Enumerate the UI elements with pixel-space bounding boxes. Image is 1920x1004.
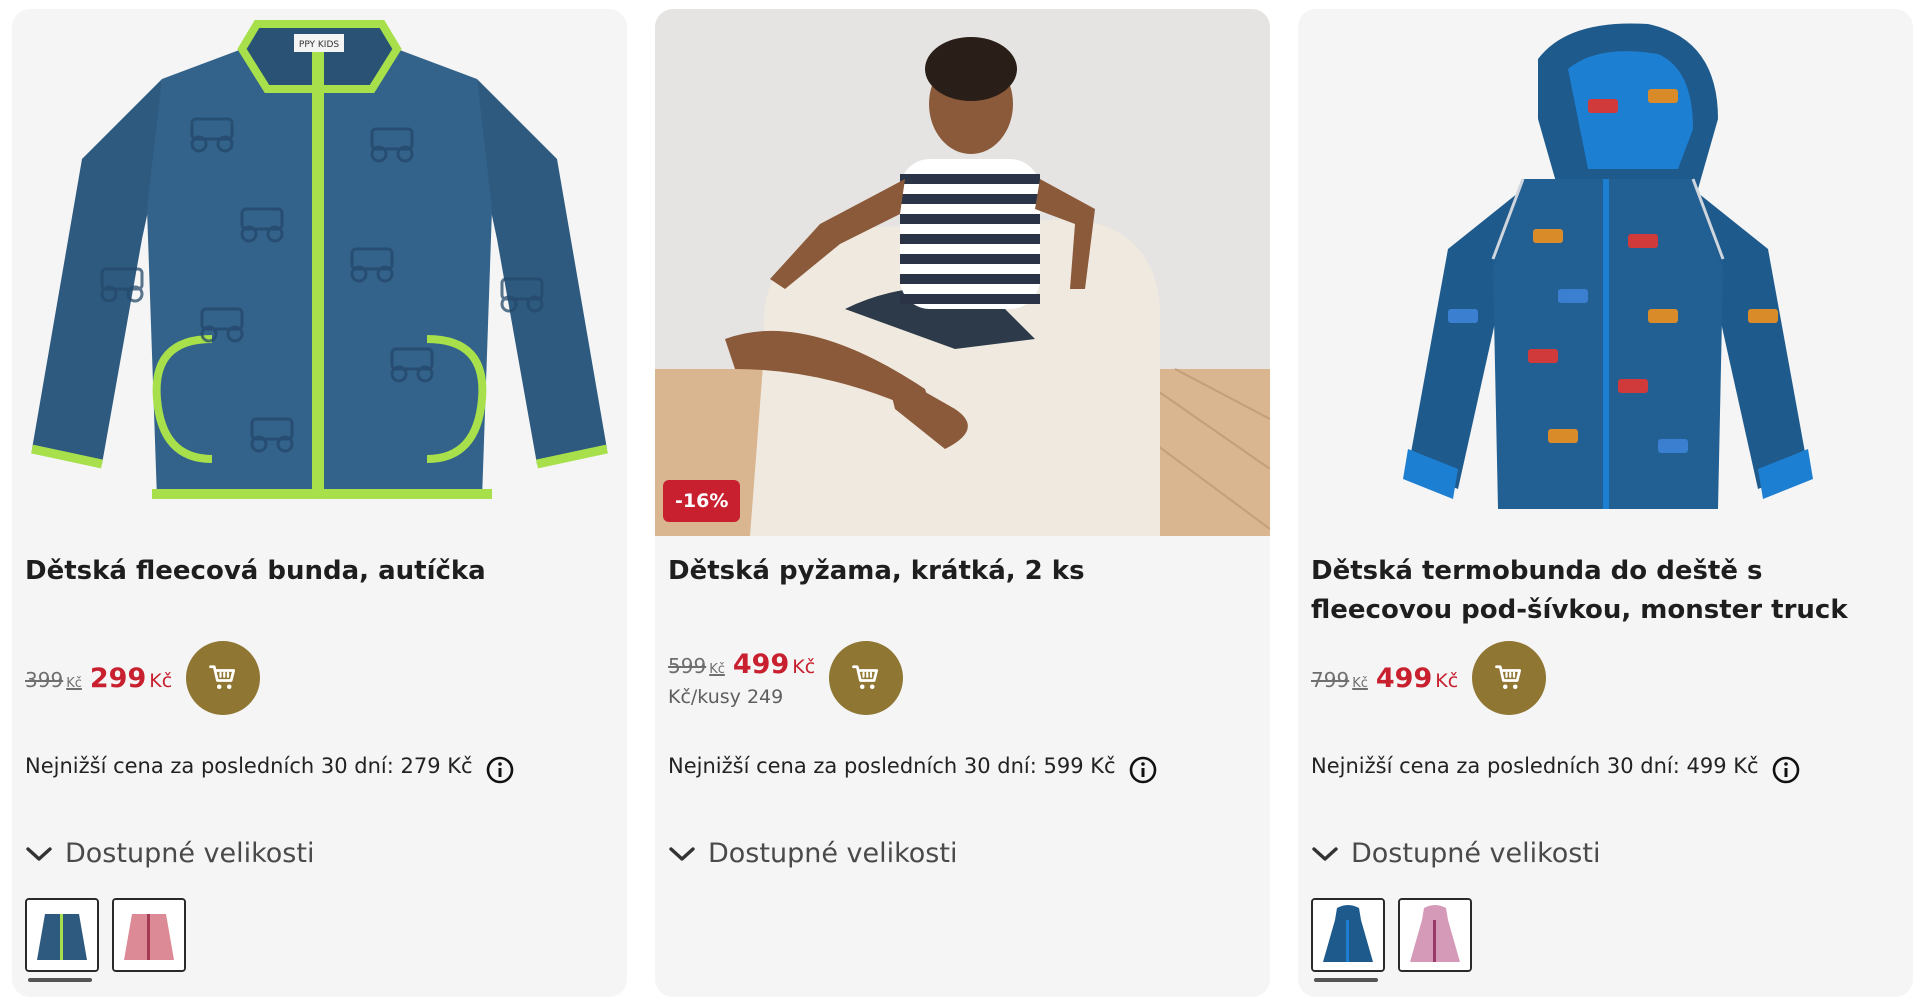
new-price: 299 Kč [89, 662, 173, 694]
add-to-cart-button[interactable] [1472, 641, 1547, 715]
selected-swatch-indicator [28, 978, 92, 982]
rain-jacket-image [1403, 23, 1813, 509]
boy-pajamas-photo [655, 9, 1270, 536]
product-image[interactable] [1298, 9, 1913, 536]
selected-swatch-indicator [1314, 978, 1378, 982]
add-to-cart-button[interactable] [186, 641, 261, 715]
product-grid: PPY KIDS Dětská fleecová bunda, autíčka … [0, 0, 1920, 1004]
color-swatches [25, 898, 186, 972]
unit-price: Kč/kusy 249 [668, 685, 784, 708]
product-title[interactable]: Dětská termobunda do deště s fleecovou p… [1311, 552, 1901, 630]
product-title[interactable]: Dětská fleecová bunda, autíčka [25, 552, 615, 591]
price-row: 599 Kč 499 Kč Kč/kusy 249 [668, 641, 904, 715]
lowest-price-note: Nejnižší cena za posledních 30 dní: 599 … [668, 754, 1116, 778]
swatch-pink[interactable] [1398, 898, 1472, 972]
product-card-fleece-jacket[interactable]: PPY KIDS Dětská fleecová bunda, autíčka … [12, 9, 627, 997]
lowest-price-note: Nejnižší cena za posledních 30 dní: 499 … [1311, 754, 1759, 778]
price-row: 799 Kč 499 Kč [1311, 641, 1547, 715]
product-image[interactable]: PPY KIDS [12, 9, 627, 536]
new-price: 499 Kč [1375, 662, 1459, 694]
old-price: 599 Kč [668, 653, 725, 678]
sizes-label: Dostupné velikosti [708, 838, 958, 869]
fleece-jacket-image: PPY KIDS [31, 20, 608, 499]
chevron-down-icon [669, 846, 695, 861]
swatch-navy[interactable] [25, 898, 99, 972]
chevron-down-icon [1312, 846, 1338, 861]
swatch-navy[interactable] [1311, 898, 1385, 972]
color-swatches [1311, 898, 1472, 972]
available-sizes-toggle[interactable]: Dostupné velikosti [1311, 838, 1600, 869]
old-price: 399 Kč [25, 667, 82, 692]
shopping-cart-icon [209, 665, 236, 689]
product-title[interactable]: Dětská pyžama, krátká, 2 ks [668, 552, 1258, 591]
product-image[interactable]: -16% [655, 9, 1270, 536]
new-price: 499 Kč [732, 648, 816, 680]
info-icon[interactable] [1128, 755, 1158, 785]
svg-text:PPY KIDS: PPY KIDS [299, 40, 340, 50]
product-card-rain-jacket[interactable]: Dětská termobunda do deště s fleecovou p… [1298, 9, 1913, 997]
shopping-cart-icon [852, 665, 879, 689]
sizes-label: Dostupné velikosti [65, 838, 315, 869]
lowest-price-note: Nejnižší cena za posledních 30 dní: 279 … [25, 754, 473, 778]
old-price: 799 Kč [1311, 667, 1368, 692]
available-sizes-toggle[interactable]: Dostupné velikosti [668, 838, 957, 869]
sizes-label: Dostupné velikosti [1351, 838, 1601, 869]
info-icon[interactable] [1771, 755, 1801, 785]
shopping-cart-icon [1495, 665, 1522, 689]
swatch-pink[interactable] [112, 898, 186, 972]
available-sizes-toggle[interactable]: Dostupné velikosti [25, 838, 314, 869]
discount-badge: -16% [663, 480, 741, 522]
info-icon[interactable] [485, 755, 515, 785]
chevron-down-icon [26, 846, 52, 861]
add-to-cart-button[interactable] [829, 641, 904, 715]
price-row: 399 Kč 299 Kč [25, 641, 261, 715]
product-card-pajamas[interactable]: -16% Dětská pyžama, krátká, 2 ks 599 Kč 4… [655, 9, 1270, 997]
